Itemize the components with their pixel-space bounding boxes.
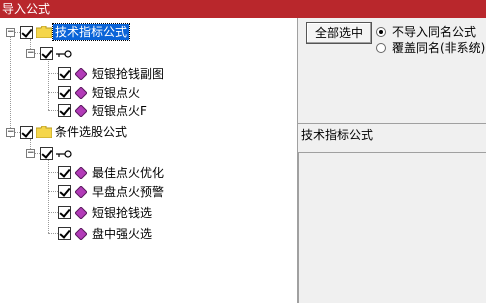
formula-icon	[75, 167, 87, 179]
collapse-icon[interactable]: −	[6, 28, 15, 37]
formula-checkbox[interactable]	[58, 104, 71, 117]
formula-checkbox[interactable]	[58, 227, 71, 240]
tree-subnode-key[interactable]: −	[0, 144, 200, 162]
collapse-icon[interactable]: −	[26, 149, 35, 158]
list-item[interactable]: 短银抢钱副图	[0, 65, 220, 83]
option-label[interactable]: 覆盖同名(非系统)	[392, 40, 485, 56]
list-item[interactable]: 最佳点火优化	[0, 164, 220, 182]
tree-group-screening[interactable]: − 条件选股公式	[0, 123, 200, 141]
group-checkbox[interactable]	[20, 126, 33, 139]
formula-icon	[75, 68, 87, 80]
list-item[interactable]: 盘中强火选	[0, 225, 220, 243]
formula-detail-area	[298, 153, 486, 303]
formula-icon	[75, 87, 87, 99]
formula-label[interactable]: 盘中强火选	[92, 226, 152, 242]
group-label[interactable]: 条件选股公式	[55, 124, 127, 140]
collapse-icon[interactable]: −	[26, 49, 35, 58]
formula-label[interactable]: 最佳点火优化	[92, 165, 164, 181]
options-panel: 全部选中 不导入同名公式 覆盖同名(非系统) 技术指标公式	[298, 18, 486, 303]
tree-subnode-key[interactable]: −	[0, 44, 200, 62]
window-titlebar: 导入公式	[0, 0, 486, 18]
list-item[interactable]: 短银点火F	[0, 102, 220, 120]
formula-checkbox[interactable]	[58, 67, 71, 80]
folder-icon	[36, 26, 52, 38]
folder-icon	[36, 126, 52, 138]
group-label[interactable]: 技术指标公式	[51, 23, 131, 41]
formula-icon	[75, 186, 87, 198]
formula-checkbox[interactable]	[58, 185, 71, 198]
list-item[interactable]: 早盘点火预警	[0, 183, 220, 201]
group-checkbox[interactable]	[20, 26, 33, 39]
list-item[interactable]: 短银抢钱选	[0, 204, 220, 222]
subgroup-checkbox[interactable]	[40, 147, 53, 160]
key-icon	[56, 150, 72, 158]
option-label[interactable]: 不导入同名公式	[392, 24, 476, 40]
collapse-icon[interactable]: −	[6, 128, 15, 137]
formula-checkbox[interactable]	[58, 86, 71, 99]
formula-label[interactable]: 短银点火	[92, 85, 140, 101]
list-item[interactable]: 短银点火	[0, 84, 220, 102]
formula-label[interactable]: 短银抢钱副图	[92, 66, 164, 82]
formula-checkbox[interactable]	[58, 166, 71, 179]
tree-group-technical[interactable]: − 技术指标公式	[0, 23, 200, 41]
formula-label[interactable]: 早盘点火预警	[92, 184, 164, 200]
window-title: 导入公式	[2, 2, 51, 16]
select-all-button[interactable]: 全部选中	[306, 22, 372, 44]
formula-label[interactable]: 短银点火F	[92, 103, 147, 119]
formula-icon	[75, 228, 87, 240]
radio-selected-icon[interactable]	[376, 27, 386, 37]
radio-unselected-icon[interactable]	[376, 43, 386, 53]
formula-icon	[75, 207, 87, 219]
formula-checkbox[interactable]	[58, 206, 71, 219]
info-title: 技术指标公式	[301, 128, 374, 142]
formula-tree[interactable]: − 技术指标公式 − 短银抢钱副图 短银点火 短银点火F − 条件选股公式 − …	[0, 18, 298, 303]
subgroup-checkbox[interactable]	[40, 47, 53, 60]
formula-label[interactable]: 短银抢钱选	[92, 205, 152, 221]
formula-icon	[75, 105, 87, 117]
formula-info-header: 技术指标公式	[298, 123, 486, 153]
key-icon	[56, 50, 72, 58]
